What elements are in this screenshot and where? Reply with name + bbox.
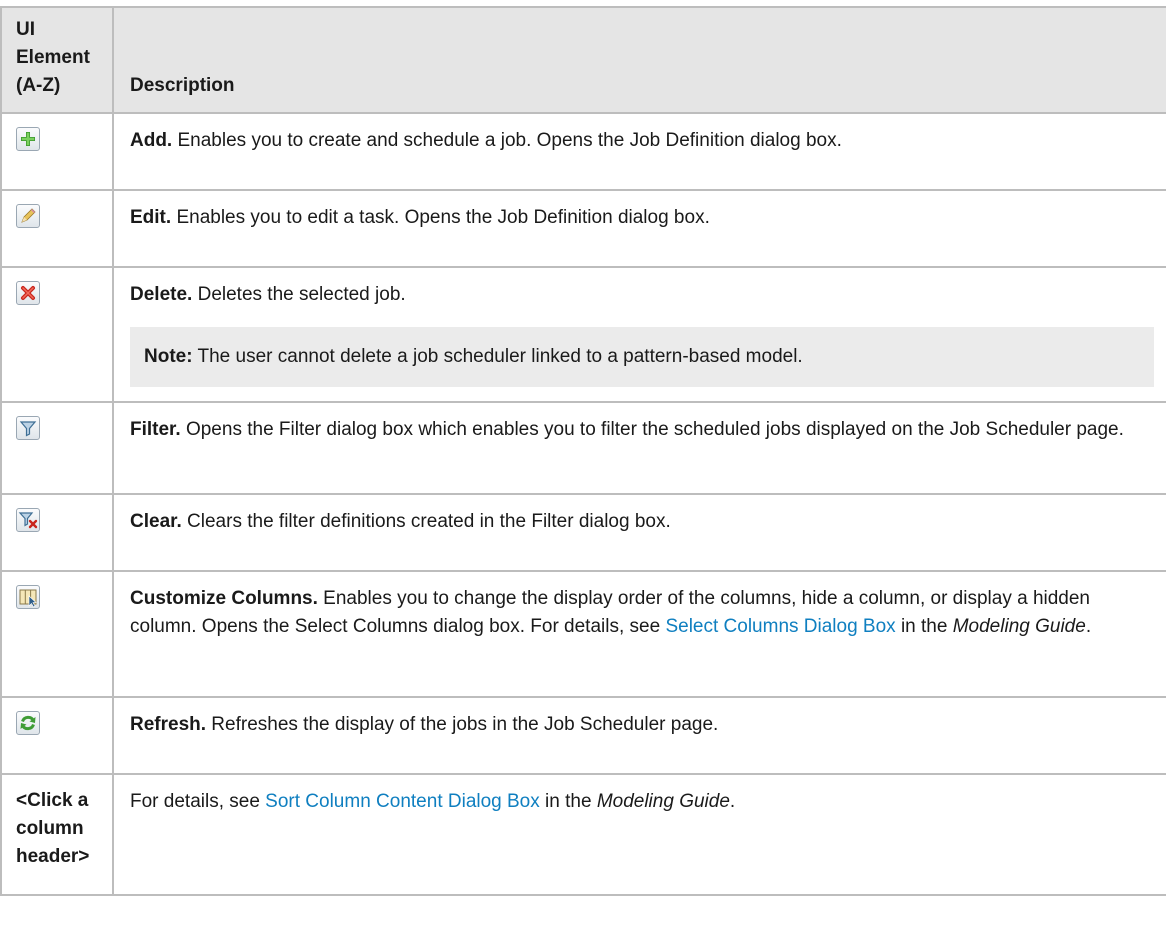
header-ui-element: UI Element (A-Z) — [0, 6, 114, 114]
header-description: Description — [112, 6, 1166, 114]
description-cell: Delete. Deletes the selected job. Note: … — [112, 266, 1166, 403]
note-label: Note: — [144, 346, 193, 367]
term-label: Clear. — [130, 511, 182, 532]
table-row-filter: Filter. Opens the Filter dialog box whic… — [0, 401, 1166, 495]
filter-icon — [16, 416, 40, 440]
description-text: . — [1085, 616, 1092, 637]
term-label: Refresh. — [130, 714, 207, 735]
ui-element-cell — [0, 266, 114, 403]
element-label-line: header> — [16, 846, 90, 867]
description-text: Opens the Filter dialog box which enable… — [180, 419, 1124, 440]
table-row-clear: Clear. Clears the filter definitions cre… — [0, 493, 1166, 572]
description-cell: Edit. Enables you to edit a task. Opens … — [112, 189, 1166, 268]
term-label: Add. — [130, 130, 173, 151]
description-text: in the — [539, 791, 597, 812]
table-header-row: UI Element (A-Z) Description — [0, 6, 1166, 114]
header-ui-element-line: Element — [16, 47, 90, 68]
select-columns-link[interactable]: Select Columns Dialog Box — [665, 616, 895, 637]
ui-element-cell — [0, 189, 114, 268]
ui-element-cell — [0, 696, 114, 775]
description-text: Enables you to create and schedule a job… — [172, 130, 842, 151]
description-cell: Filter. Opens the Filter dialog box whic… — [112, 401, 1166, 495]
description-cell: Customize Columns. Enables you to change… — [112, 570, 1166, 698]
ui-elements-table: UI Element (A-Z) Description Add. Enable… — [0, 6, 1166, 896]
table-row-add: Add. Enables you to create and schedule … — [0, 112, 1166, 191]
term-label: Edit. — [130, 207, 172, 228]
term-label: Customize Columns. — [130, 588, 318, 609]
ui-element-cell — [0, 112, 114, 191]
note-text: The user cannot delete a job scheduler l… — [192, 346, 803, 367]
table-row-edit: Edit. Enables you to edit a task. Opens … — [0, 189, 1166, 268]
description-text: Clears the filter definitions created in… — [181, 511, 671, 532]
header-ui-element-line: (A-Z) — [16, 75, 61, 96]
ui-element-cell — [0, 401, 114, 495]
add-icon — [16, 127, 40, 151]
description-cell: Add. Enables you to create and schedule … — [112, 112, 1166, 191]
description-cell: Clear. Clears the filter definitions cre… — [112, 493, 1166, 572]
sort-column-content-link[interactable]: Sort Column Content Dialog Box — [265, 791, 540, 812]
table-row-customize-columns: Customize Columns. Enables you to change… — [0, 570, 1166, 698]
ui-element-cell — [0, 570, 114, 698]
edit-icon — [16, 204, 40, 228]
term-label: Delete. — [130, 284, 193, 305]
table-row-delete: Delete. Deletes the selected job. Note: … — [0, 266, 1166, 403]
header-ui-element-line: UI — [16, 19, 35, 40]
description-text: For details, see — [130, 791, 266, 812]
clear-filter-icon — [16, 508, 40, 532]
guide-name: Modeling Guide — [952, 616, 1086, 637]
description-text: Enables you to edit a task. Opens the Jo… — [171, 207, 710, 228]
description-text: . — [729, 791, 736, 812]
delete-icon — [16, 281, 40, 305]
ui-element-cell — [0, 493, 114, 572]
description-cell: Refresh. Refreshes the display of the jo… — [112, 696, 1166, 775]
element-label-line: column — [16, 818, 84, 839]
term-label: Filter. — [130, 419, 181, 440]
ui-element-cell: <Click a column header> — [0, 773, 114, 896]
refresh-icon — [16, 711, 40, 735]
note-box: Note: The user cannot delete a job sched… — [130, 327, 1154, 387]
element-label-line: <Click a — [16, 790, 89, 811]
table-row-refresh: Refresh. Refreshes the display of the jo… — [0, 696, 1166, 775]
description-cell: For details, see Sort Column Content Dia… — [112, 773, 1166, 896]
description-text: Refreshes the display of the jobs in the… — [206, 714, 719, 735]
customize-columns-icon — [16, 585, 40, 609]
description-text: Deletes the selected job. — [192, 284, 406, 305]
guide-name: Modeling Guide — [596, 791, 730, 812]
table-row-column-header: <Click a column header> For details, see… — [0, 773, 1166, 896]
description-text: in the — [895, 616, 953, 637]
